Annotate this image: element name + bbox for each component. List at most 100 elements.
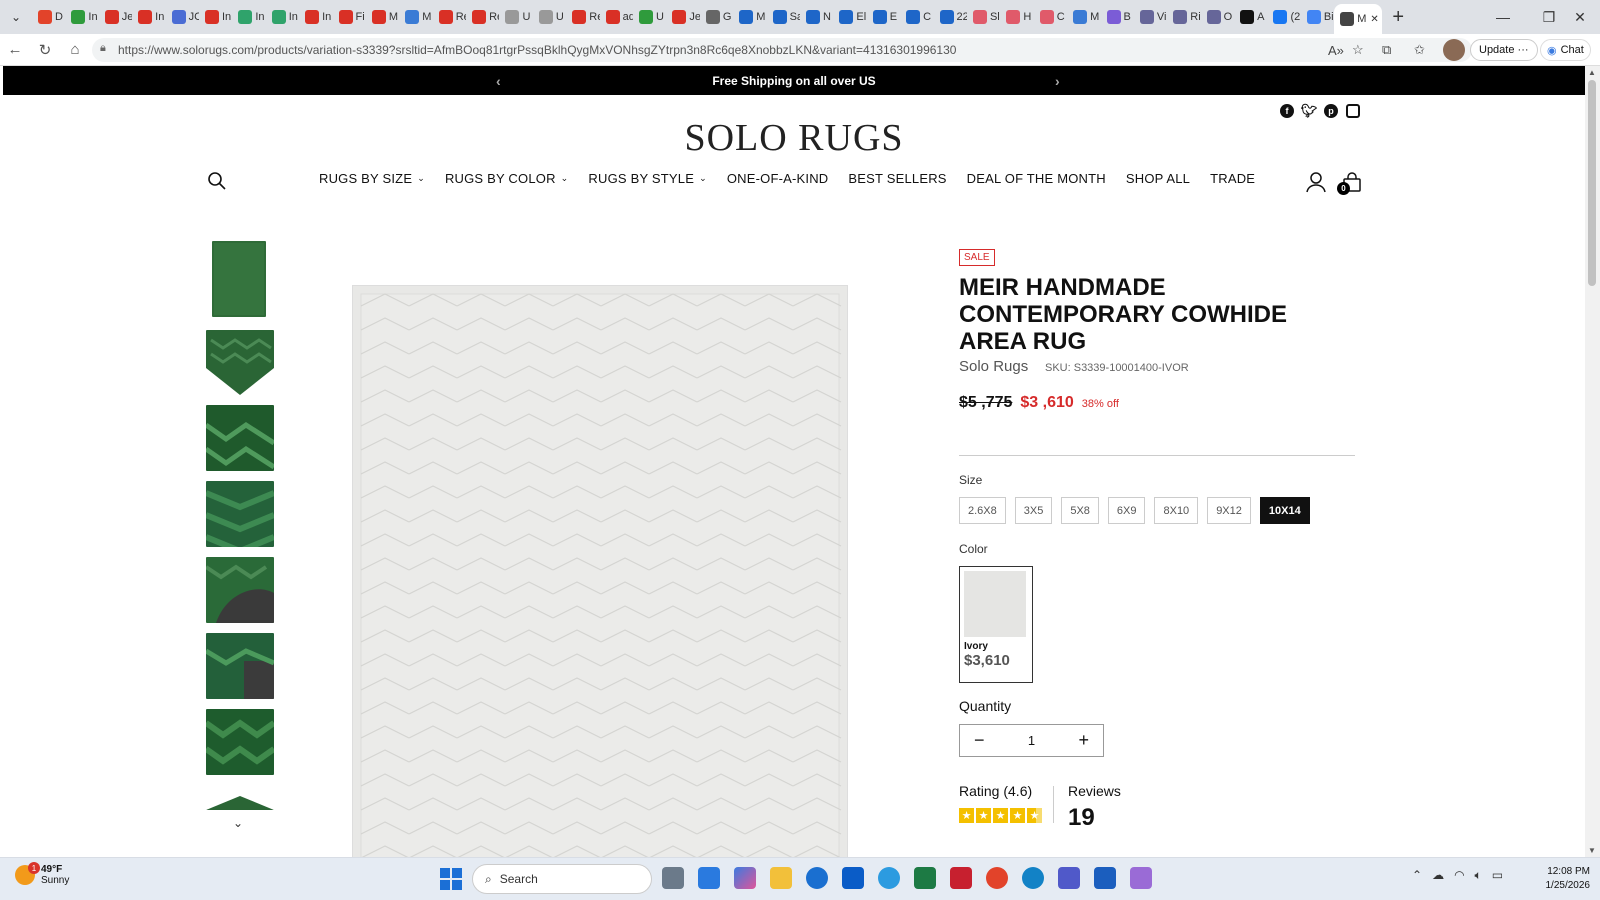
clock[interactable]: 12:08 PM 1/25/2026 (1534, 865, 1591, 893)
browser-tab[interactable]: D (32, 4, 65, 30)
app-icon-red[interactable] (986, 867, 1008, 889)
thumbnail-7[interactable] (206, 709, 274, 775)
profile-avatar[interactable] (1443, 39, 1465, 61)
cart-icon[interactable]: 0 (1337, 171, 1363, 198)
scroll-up-icon[interactable]: ▲ (1588, 68, 1596, 77)
browser-tab[interactable]: Je (666, 4, 700, 30)
browser-tab[interactable]: M (733, 4, 766, 30)
app-icon[interactable] (842, 867, 864, 889)
size-option[interactable]: 10X14 (1259, 497, 1310, 524)
increase-quantity-button[interactable]: + (1078, 730, 1089, 751)
browser-tab[interactable]: In (132, 4, 165, 30)
volume-icon[interactable]: 🔈︎ (1475, 868, 1482, 883)
browser-tab[interactable]: Ri (1167, 4, 1201, 30)
browser-tab[interactable]: Re (566, 4, 600, 30)
browser-tab[interactable]: In (232, 4, 265, 30)
color-swatch-ivory[interactable]: Ivory $3,610 (959, 566, 1033, 683)
browser-tab[interactable]: M (399, 4, 432, 30)
page-scrollbar[interactable]: ▲ ▼ (1585, 66, 1600, 857)
back-icon[interactable]: ← (0, 34, 30, 66)
size-option[interactable]: 3X5 (1014, 497, 1053, 524)
browser-tab[interactable]: In (266, 4, 299, 30)
size-option[interactable]: 9X12 (1207, 497, 1251, 524)
tab-actions-menu-icon[interactable]: ⌄ (0, 0, 32, 34)
nav-link-rugs-by-size[interactable]: RUGS BY SIZE ⌄ (319, 171, 425, 186)
nav-link-rugs-by-color[interactable]: RUGS BY COLOR ⌄ (445, 171, 568, 186)
search-icon[interactable] (207, 171, 227, 191)
taskbar-search[interactable]: ⌕ Search (472, 864, 652, 894)
address-bar[interactable]: 🔒︎ https://www.solorugs.com/products/var… (92, 38, 1472, 62)
browser-tab[interactable]: M (1067, 4, 1100, 30)
browser-tab[interactable]: Re (466, 4, 499, 30)
product-main-image[interactable] (352, 285, 848, 857)
file-explorer-icon[interactable] (770, 867, 792, 889)
reviews-count[interactable]: 19 (1068, 804, 1095, 832)
close-window-icon[interactable]: ✕ (1560, 0, 1600, 34)
copilot-chat-button[interactable]: ◉ Chat (1540, 39, 1591, 61)
browser-tab[interactable]: C (900, 4, 933, 30)
browser-tab[interactable]: C (1034, 4, 1067, 30)
quantity-value[interactable]: 1 (1028, 733, 1035, 748)
word-icon[interactable] (1094, 867, 1116, 889)
update-button[interactable]: Update ··· (1470, 39, 1538, 61)
cloud-icon[interactable]: ☁︎ (1432, 868, 1444, 883)
new-tab-button[interactable]: + (1382, 6, 1414, 29)
teams-icon[interactable] (1058, 867, 1080, 889)
scroll-down-icon[interactable]: ▼ (1588, 846, 1596, 855)
chevron-up-icon[interactable]: ⌃ (1412, 868, 1422, 883)
help-icon[interactable] (878, 867, 900, 889)
copilot-app-icon[interactable] (734, 867, 756, 889)
site-info-icon[interactable]: 🔒︎ (100, 42, 106, 55)
decrease-quantity-button[interactable]: − (974, 730, 985, 751)
extensions-icon[interactable]: ⧉ (1382, 39, 1391, 61)
browser-tab[interactable]: U (633, 4, 666, 30)
browser-tab[interactable]: 22 (934, 4, 967, 30)
thumbnail-5[interactable] (206, 557, 274, 623)
browser-tab[interactable]: In (65, 4, 98, 30)
thumbnail-6[interactable] (206, 633, 274, 699)
nav-link-trade[interactable]: TRADE (1210, 171, 1255, 186)
wifi-icon[interactable]: ◠ (1454, 868, 1464, 883)
browser-tab[interactable]: H (1000, 4, 1033, 30)
size-option[interactable]: 6X9 (1107, 497, 1146, 524)
reviews-label[interactable]: Reviews (1068, 783, 1121, 799)
browser-tab[interactable]: B (1101, 4, 1134, 30)
browser-tab[interactable]: Sa (767, 4, 800, 30)
app-icon-purple[interactable] (1130, 867, 1152, 889)
browser-tab[interactable]: G (700, 4, 733, 30)
thumbnail-3[interactable] (206, 405, 274, 471)
nav-link-rugs-by-style[interactable]: RUGS BY STYLE ⌄ (588, 171, 706, 186)
edge-icon[interactable] (1022, 867, 1044, 889)
browser-tab[interactable]: A (1234, 4, 1267, 30)
browser-tab[interactable]: Bi (1301, 4, 1334, 30)
browser-tab[interactable]: JC (166, 4, 199, 30)
browser-tab[interactable]: In (199, 4, 232, 30)
hp-icon[interactable] (806, 867, 828, 889)
battery-icon[interactable]: ▭ (1492, 868, 1503, 883)
favorites-icon[interactable]: ✩ (1414, 39, 1425, 61)
nav-link-deal-of-the-month[interactable]: DEAL OF THE MONTH (967, 171, 1106, 186)
thumbnail-1[interactable] (212, 241, 266, 317)
account-icon[interactable] (1305, 171, 1327, 198)
site-logo[interactable]: SOLO RUGS (3, 116, 1585, 160)
thumbnail-4[interactable] (206, 481, 274, 547)
store-icon[interactable] (698, 867, 720, 889)
home-icon[interactable]: ⌂ (60, 34, 90, 66)
browser-tab[interactable]: M ✕ (1334, 4, 1383, 34)
start-button[interactable] (440, 868, 462, 890)
thumbnail-8[interactable] (206, 796, 274, 810)
browser-tab[interactable]: In (299, 4, 332, 30)
browser-tab[interactable]: M (366, 4, 399, 30)
security-icon[interactable] (950, 867, 972, 889)
browser-tab[interactable]: (2 (1267, 4, 1300, 30)
thumbnails-down-icon[interactable]: ⌄ (233, 816, 243, 830)
nav-link-best-sellers[interactable]: BEST SELLERS (848, 171, 946, 186)
read-aloud-icon[interactable]: A» (1328, 39, 1344, 61)
browser-tab[interactable]: Vi (1134, 4, 1167, 30)
close-tab-icon[interactable]: ✕ (1370, 14, 1378, 25)
weather-widget[interactable]: 1 49°F Sunny (15, 862, 69, 886)
browser-tab[interactable]: Sl (967, 4, 1000, 30)
nav-link-shop-all[interactable]: SHOP ALL (1126, 171, 1190, 186)
size-option[interactable]: 5X8 (1061, 497, 1099, 524)
browser-tab[interactable]: Re (433, 4, 466, 30)
